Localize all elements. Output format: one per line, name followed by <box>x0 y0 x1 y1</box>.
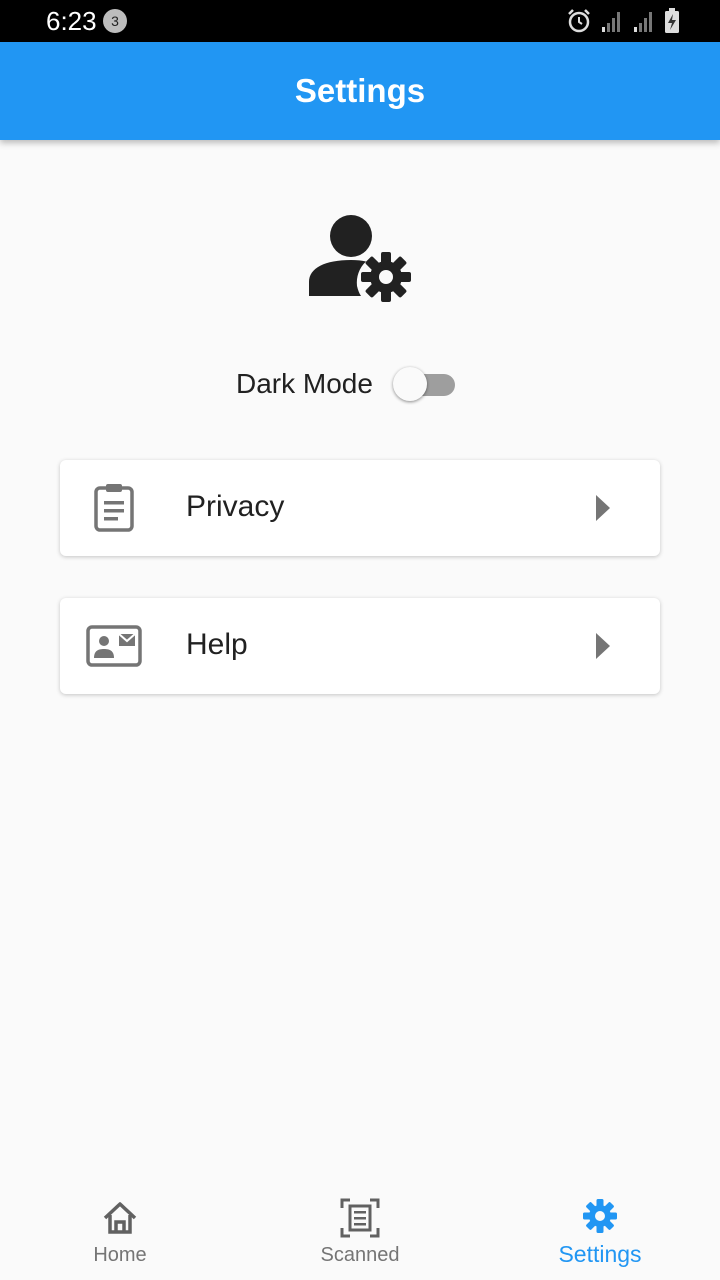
toggle-thumb <box>392 367 427 401</box>
status-icons <box>566 8 680 34</box>
status-time: 6:23 <box>46 6 97 36</box>
nav-settings-label: Settings <box>558 1241 642 1267</box>
contact-mail-icon <box>86 625 142 667</box>
chevron-right-icon <box>596 495 610 521</box>
nav-scanned-label: Scanned <box>320 1244 400 1266</box>
nav-home-label: Home <box>93 1244 147 1266</box>
dark-mode-row: Dark Mode <box>236 362 455 406</box>
battery-charging-icon <box>665 8 679 33</box>
status-bar: 6:23 3 <box>0 0 720 42</box>
alarm-icon <box>568 9 590 33</box>
signal-icon <box>634 12 652 32</box>
page-title: Settings <box>294 72 426 109</box>
manage-accounts-icon <box>309 215 411 302</box>
help-label: Help <box>186 628 248 661</box>
chevron-right-icon <box>596 633 610 659</box>
nav-settings[interactable]: Settings <box>480 1184 720 1280</box>
dark-mode-label: Dark Mode <box>236 368 373 399</box>
home-icon <box>103 1202 137 1234</box>
dark-mode-toggle[interactable] <box>392 364 455 404</box>
notification-count-badge: 3 <box>103 9 127 33</box>
help-menu-item[interactable]: Help <box>60 598 660 694</box>
clipboard-icon <box>94 484 134 532</box>
nav-scanned[interactable]: Scanned <box>240 1184 480 1280</box>
signal-icon <box>602 12 620 32</box>
gear-icon <box>583 1199 617 1233</box>
privacy-menu-item[interactable]: Privacy <box>60 460 660 556</box>
app-bar: Settings <box>0 42 720 140</box>
document-scanner-icon <box>340 1198 380 1238</box>
nav-home[interactable]: Home <box>0 1184 240 1280</box>
privacy-label: Privacy <box>186 490 285 523</box>
bottom-navigation: Home Scanned Settings <box>0 1184 720 1280</box>
